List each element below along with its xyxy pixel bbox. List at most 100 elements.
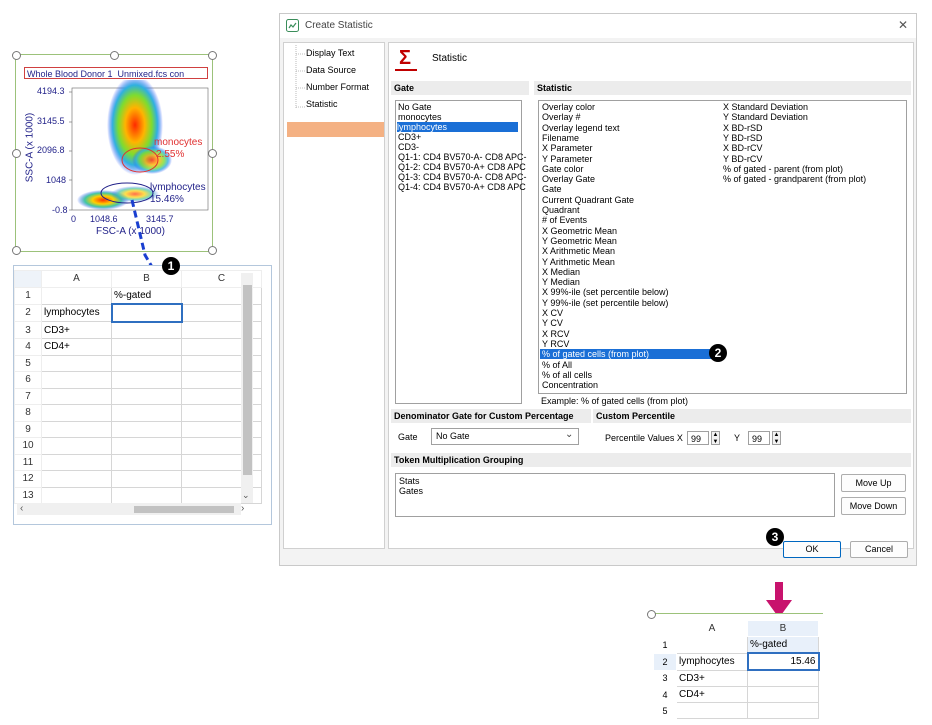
stat-item[interactable]: X Standard Deviation (723, 102, 808, 112)
cell[interactable]: CD4+ (41, 338, 112, 356)
gate-item[interactable]: CD3+ (398, 132, 421, 142)
stat-item[interactable]: Gate (542, 184, 562, 194)
cell[interactable] (41, 420, 112, 438)
cell[interactable] (676, 702, 748, 719)
stat-item[interactable]: # of Events (542, 215, 587, 225)
resize-handle[interactable] (647, 610, 656, 619)
row-header[interactable]: 2 (14, 303, 42, 322)
column-header-b[interactable]: B (747, 620, 819, 637)
resize-handle[interactable] (12, 51, 21, 60)
scroll-left-icon[interactable]: ‹ (20, 503, 23, 514)
stat-item[interactable]: % of all cells (542, 370, 592, 380)
row-header[interactable]: 5 (653, 702, 677, 719)
result-cell[interactable]: 15.46 (746, 652, 820, 671)
scroll-down-icon[interactable]: ⌄ (242, 490, 250, 501)
stat-item-selected[interactable]: % of gated cells (from plot) (540, 349, 712, 360)
percentile-y-input[interactable]: 99 (748, 431, 770, 445)
cell[interactable] (111, 338, 182, 356)
cell[interactable] (111, 453, 182, 471)
cell[interactable] (41, 354, 112, 372)
column-header-a[interactable]: A (41, 270, 112, 288)
cell[interactable] (676, 636, 748, 654)
stat-item[interactable]: Overlay # (542, 112, 581, 122)
stat-item[interactable]: Y Arithmetic Mean (542, 257, 615, 267)
move-up-button[interactable]: Move Up (841, 474, 906, 492)
spreadsheet[interactable]: A B C 1 %-gated 2 lymphocytes 3 CD3+ 4 CD4+ … (13, 265, 272, 525)
stat-item[interactable]: Y BD-rSD (723, 133, 762, 143)
gate-item[interactable]: monocytes (398, 112, 442, 122)
stat-item[interactable]: Y BD-rCV (723, 154, 762, 164)
cell[interactable] (111, 470, 182, 488)
row-header[interactable]: 3 (653, 669, 677, 687)
row-header[interactable]: 9 (14, 420, 42, 438)
stat-item[interactable]: X 99%-ile (set percentile below) (542, 287, 669, 297)
gate-item[interactable]: Q1-2: CD4 BV570-A+ CD8 APC (398, 162, 526, 172)
cell[interactable]: lymphocytes (676, 652, 748, 671)
cell[interactable] (41, 470, 112, 488)
result-spreadsheet[interactable]: A B 1 %-gated 2 lymphocytes 15.46 3 CD3+ 4 CD… (653, 613, 823, 725)
cell[interactable]: lymphocytes (41, 303, 112, 322)
gate-list[interactable]: No Gate monocytes lymphocytes CD3+ CD3- … (395, 100, 527, 404)
resize-handle[interactable] (110, 51, 119, 60)
cell[interactable]: %-gated (747, 636, 819, 654)
stat-item[interactable]: % of gated - parent (from plot) (723, 164, 843, 174)
gate-item-selected[interactable]: lymphocytes (397, 122, 518, 132)
cell[interactable]: %-gated (111, 286, 182, 305)
gate-item[interactable]: CD3- (398, 142, 419, 152)
stat-item[interactable]: X RCV (542, 329, 570, 339)
stat-item[interactable]: X Parameter (542, 143, 593, 153)
nav-statistic[interactable]: Statistic (306, 99, 338, 109)
row-header[interactable]: 3 (14, 321, 42, 339)
row-header[interactable]: 4 (14, 338, 42, 356)
move-down-button[interactable]: Move Down (841, 497, 906, 515)
stat-item[interactable]: Y RCV (542, 339, 569, 349)
scroll-right-icon[interactable]: › (241, 503, 244, 514)
cell[interactable] (111, 387, 182, 405)
token-item[interactable]: Gates (399, 486, 423, 496)
denominator-gate-select[interactable]: No Gate ⌄ (431, 428, 579, 445)
cell[interactable] (41, 453, 112, 471)
resize-handle[interactable] (208, 51, 217, 60)
cell[interactable]: CD3+ (676, 669, 748, 687)
row-header[interactable]: 8 (14, 404, 42, 422)
percentile-y-spinner[interactable]: ▲ ▼ (772, 431, 781, 445)
stat-item[interactable]: X BD-rSD (723, 123, 763, 133)
stat-item[interactable]: Y CV (542, 318, 563, 328)
corner-cell[interactable] (14, 270, 42, 288)
cell[interactable] (111, 404, 182, 422)
ok-button[interactable]: OK (783, 541, 841, 558)
cell[interactable]: CD4+ (676, 686, 748, 703)
nav-display-text[interactable]: Display Text (306, 48, 354, 58)
gate-item[interactable]: Q1-4: CD4 BV570-A+ CD8 APC (398, 182, 526, 192)
stat-item[interactable]: Overlay legend text (542, 123, 620, 133)
cell[interactable] (41, 404, 112, 422)
cell[interactable] (747, 686, 819, 703)
row-header[interactable]: 12 (14, 470, 42, 488)
cell[interactable] (111, 486, 182, 504)
stat-item[interactable]: Y Parameter (542, 154, 592, 164)
cell[interactable] (747, 669, 819, 687)
gate-item[interactable]: No Gate (398, 102, 432, 112)
stat-item[interactable]: Overlay color (542, 102, 595, 112)
row-header[interactable]: 7 (14, 387, 42, 405)
cell[interactable] (41, 371, 112, 389)
row-header[interactable]: 4 (653, 686, 677, 703)
corner-cell[interactable] (653, 620, 677, 637)
stat-item[interactable]: Filename (542, 133, 579, 143)
row-header[interactable]: 1 (14, 286, 42, 305)
stat-item[interactable]: X Median (542, 267, 580, 277)
gate-item[interactable]: Q1-1: CD4 BV570-A- CD8 APC- (398, 152, 527, 162)
cell[interactable] (41, 437, 112, 455)
cell[interactable] (111, 371, 182, 389)
dialog-titlebar[interactable]: Create Statistic ✕ (280, 14, 916, 38)
cell[interactable] (41, 387, 112, 405)
cell[interactable] (111, 420, 182, 438)
stat-item[interactable]: % of All (542, 360, 572, 370)
row-header[interactable]: 6 (14, 371, 42, 389)
selected-cell[interactable] (110, 303, 183, 323)
vertical-scroll-thumb[interactable] (243, 285, 252, 475)
close-icon[interactable]: ✕ (898, 18, 908, 32)
stat-item[interactable]: Concentration (542, 380, 598, 390)
stat-item[interactable]: X Geometric Mean (542, 226, 617, 236)
stat-item[interactable]: Y Median (542, 277, 580, 287)
